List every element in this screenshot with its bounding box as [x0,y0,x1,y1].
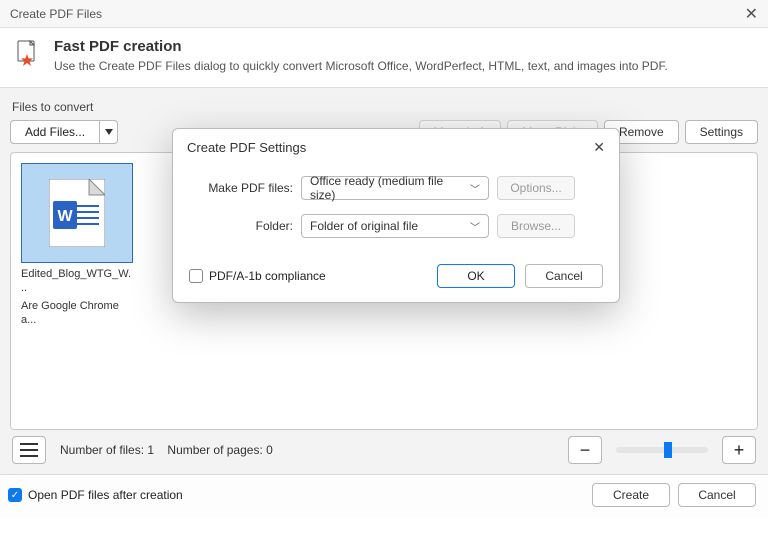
options-button: Options... [497,176,575,200]
add-files-dropdown[interactable] [99,121,117,143]
close-icon[interactable]: ✕ [745,4,758,24]
zoom-out-icon[interactable]: − [568,436,602,464]
open-after-checkbox[interactable]: ✓ Open PDF files after creation [8,488,183,502]
make-pdf-label: Make PDF files: [189,181,293,195]
ok-button[interactable]: OK [437,264,515,288]
titlebar: Create PDF Files ✕ [0,0,768,28]
pdfa-checkbox[interactable] [189,269,203,283]
pdf-create-icon [14,40,42,68]
header-subtitle: Use the Create PDF Files dialog to quick… [54,59,668,73]
chevron-down-icon: ﹀ [470,219,480,234]
checkmark-icon: ✓ [8,488,22,502]
footer: ✓ Open PDF files after creation Create C… [0,474,768,517]
modal-close-icon[interactable]: ✕ [593,139,605,156]
open-after-label: Open PDF files after creation [28,488,183,502]
file-count: Number of files: 1 Number of pages: 0 [60,443,273,457]
file-name-line2: Are Google Chrome a... [21,299,133,327]
folder-label: Folder: [189,219,293,233]
files-to-convert-label: Files to convert [12,100,758,114]
pdfa-label: PDF/A-1b compliance [209,269,326,283]
zoom-in-icon[interactable]: + [722,436,756,464]
browse-button: Browse... [497,214,575,238]
create-pdf-window: Create PDF Files ✕ Fast PDF creation Use… [0,0,768,559]
zoom-slider-knob[interactable] [664,442,672,458]
list-view-icon[interactable] [12,436,46,464]
modal-titlebar: Create PDF Settings ✕ [173,129,619,166]
add-files-button[interactable]: Add Files... [11,121,99,143]
header: Fast PDF creation Use the Create PDF Fil… [0,28,768,87]
make-pdf-select[interactable]: Office ready (medium file size) ﹀ [301,176,489,200]
add-files-split-button[interactable]: Add Files... [10,120,118,144]
file-name-line1: Edited_Blog_WTG_W... [21,267,133,295]
chevron-down-icon: ﹀ [470,181,480,196]
folder-select[interactable]: Folder of original file ﹀ [301,214,489,238]
modal-title: Create PDF Settings [187,140,306,155]
zoom-slider[interactable] [616,447,708,453]
window-title: Create PDF Files [10,7,102,21]
word-doc-icon: W [21,163,133,263]
bottom-bar: Number of files: 1 Number of pages: 0 − … [10,430,758,474]
cancel-button[interactable]: Cancel [678,483,756,507]
svg-text:W: W [57,208,73,225]
header-title: Fast PDF creation [54,38,668,55]
file-thumbnail[interactable]: W Edited_Blog_WTG_W... Are Google Chrome… [21,163,133,327]
create-button[interactable]: Create [592,483,670,507]
settings-button[interactable]: Settings [685,120,758,144]
create-pdf-settings-dialog: Create PDF Settings ✕ Make PDF files: Of… [172,128,620,303]
modal-cancel-button[interactable]: Cancel [525,264,603,288]
